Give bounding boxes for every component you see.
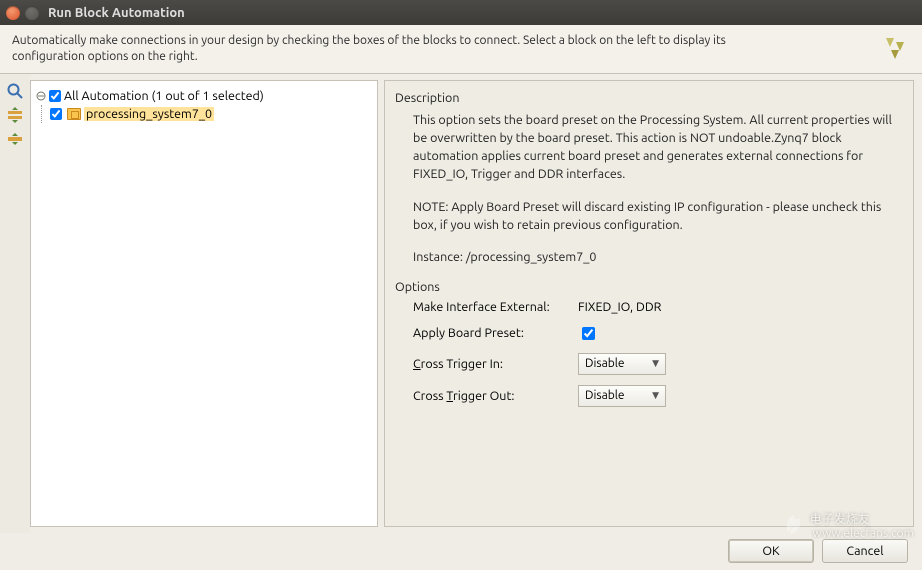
option-row-cross-trigger-in: Cross Trigger In: Disable ▼: [413, 353, 903, 375]
tree-root-checkbox[interactable]: [49, 90, 61, 102]
tree-row[interactable]: All Automation (1 out of 1 selected): [35, 87, 373, 105]
option-row-apply-preset: Apply Board Preset:: [413, 324, 903, 343]
cross-trigger-out-dropdown[interactable]: Disable ▼: [578, 385, 666, 407]
option-row-cross-trigger-out: Cross Trigger Out: Disable ▼: [413, 385, 903, 407]
tree-row[interactable]: processing_system7_0: [50, 105, 373, 123]
cross-trigger-in-dropdown[interactable]: Disable ▼: [578, 353, 666, 375]
description-text-1: This option sets the board preset on the…: [413, 111, 903, 184]
instance-label: Instance: /processing_system7_0: [413, 248, 903, 266]
expand-all-icon[interactable]: [6, 106, 24, 124]
ip-block-icon: [67, 108, 81, 120]
header-description: Automatically make connections in your d…: [0, 25, 922, 74]
vivado-logo-icon: [880, 34, 910, 64]
make-external-value: FIXED_IO, DDR: [578, 300, 661, 314]
minimize-icon[interactable]: [25, 6, 39, 20]
cross-trigger-in-value: Disable: [585, 357, 625, 370]
window-title: Run Block Automation: [48, 6, 185, 20]
make-external-label: Make Interface External:: [413, 300, 578, 314]
apply-preset-label: Apply Board Preset:: [413, 326, 578, 340]
cancel-button[interactable]: Cancel: [822, 539, 908, 563]
collapse-all-icon[interactable]: [6, 130, 24, 148]
tree-child-label: processing_system7_0: [84, 107, 214, 121]
description-heading: Description: [395, 91, 903, 105]
chevron-down-icon: ▼: [652, 358, 659, 369]
chevron-down-icon: ▼: [652, 390, 659, 401]
cross-trigger-out-value: Disable: [585, 389, 625, 402]
options-heading: Options: [395, 280, 903, 294]
tree-expander-icon[interactable]: [35, 90, 47, 102]
main-area: All Automation (1 out of 1 selected) pro…: [0, 74, 922, 533]
close-icon[interactable]: [6, 6, 20, 20]
option-row-make-external: Make Interface External: FIXED_IO, DDR: [413, 300, 903, 314]
tree-root-label: All Automation (1 out of 1 selected): [64, 89, 264, 103]
ok-button[interactable]: OK: [728, 539, 814, 563]
search-icon[interactable]: [6, 82, 24, 100]
cross-trigger-in-label: Cross Trigger In:: [413, 357, 578, 371]
automation-tree[interactable]: All Automation (1 out of 1 selected) pro…: [30, 80, 378, 527]
window-titlebar: Run Block Automation: [0, 0, 922, 25]
dialog-footer: OK Cancel: [0, 533, 922, 569]
left-toolbar: [0, 74, 30, 533]
header-description-text: Automatically make connections in your d…: [12, 33, 792, 65]
description-text-2: NOTE: Apply Board Preset will discard ex…: [413, 198, 903, 234]
apply-preset-checkbox[interactable]: [582, 327, 595, 340]
details-panel: Description This option sets the board p…: [384, 80, 914, 527]
tree-child-checkbox[interactable]: [50, 108, 62, 120]
cross-trigger-out-label: Cross Trigger Out:: [413, 389, 578, 403]
